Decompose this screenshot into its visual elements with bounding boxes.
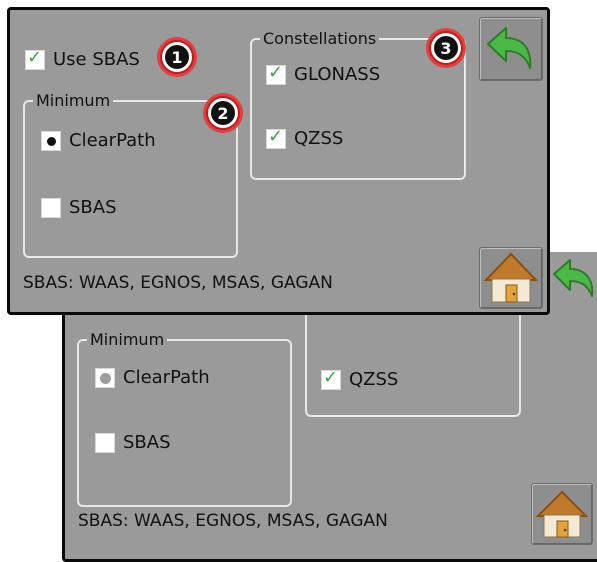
check-qzss-back[interactable]: ✓ QZSS	[321, 366, 399, 390]
checkmark-icon: ✓	[27, 46, 43, 68]
check-glonass[interactable]: ✓ GLONASS	[266, 61, 381, 85]
back-arrow-icon	[553, 259, 594, 297]
back-button-back-partial[interactable]	[550, 252, 597, 308]
radio-sbas-box[interactable]	[41, 197, 61, 218]
use-sbas-checkbox[interactable]: ✓ Use SBAS	[25, 46, 140, 70]
check-qzss-box[interactable]: ✓	[266, 125, 286, 149]
status-text: SBAS: WAAS, EGNOS, MSAS, GAGAN	[23, 273, 333, 293]
check-qzss-label: QZSS	[294, 128, 344, 149]
radio-sbas[interactable]: SBAS	[41, 197, 117, 218]
check-qzss-back-label: QZSS	[349, 369, 399, 390]
screen-front: ✓ Use SBAS Minimum ClearPath SBAS Conste…	[7, 7, 550, 315]
home-icon	[483, 252, 539, 303]
back-arrow-icon	[487, 27, 532, 69]
check-glonass-label: GLONASS	[294, 64, 381, 85]
radio-clearpath[interactable]: ClearPath	[41, 130, 156, 151]
constellations-legend: Constellations	[260, 29, 380, 49]
back-button[interactable]	[479, 17, 543, 81]
radio-clearpath-box[interactable]	[41, 130, 61, 151]
radio-clearpath-back[interactable]: ClearPath	[95, 367, 210, 388]
callout-1: 1	[157, 37, 197, 77]
radio-clearpath-label: ClearPath	[69, 130, 156, 151]
checkmark-icon: ✓	[268, 125, 284, 147]
check-qzss[interactable]: ✓ QZSS	[266, 125, 344, 149]
checkmark-icon: ✓	[323, 366, 339, 388]
radio-sbas-back[interactable]: SBAS	[95, 432, 171, 453]
minimum-legend: Minimum	[33, 91, 114, 111]
home-icon	[535, 490, 589, 538]
callout-3: 3	[426, 28, 466, 68]
radio-sbas-label: SBAS	[69, 197, 117, 218]
home-button-back[interactable]	[531, 483, 593, 545]
checkmark-icon: ✓	[268, 61, 284, 83]
radio-clearpath-back-label: ClearPath	[123, 367, 210, 388]
minimum-group-back: Minimum ClearPath SBAS	[77, 330, 292, 507]
status-text-back: SBAS: WAAS, EGNOS, MSAS, GAGAN	[78, 511, 388, 531]
check-glonass-box[interactable]: ✓	[266, 61, 286, 85]
check-qzss-back-box[interactable]: ✓	[321, 366, 341, 390]
radio-clearpath-back-box[interactable]	[95, 367, 115, 388]
minimum-legend-back: Minimum	[87, 330, 168, 350]
use-sbas-label: Use SBAS	[53, 49, 140, 70]
radio-sbas-back-label: SBAS	[123, 432, 171, 453]
use-sbas-box[interactable]: ✓	[25, 46, 45, 70]
home-button[interactable]	[479, 247, 543, 309]
callout-2: 2	[203, 93, 243, 133]
radio-sbas-back-box[interactable]	[95, 432, 115, 453]
